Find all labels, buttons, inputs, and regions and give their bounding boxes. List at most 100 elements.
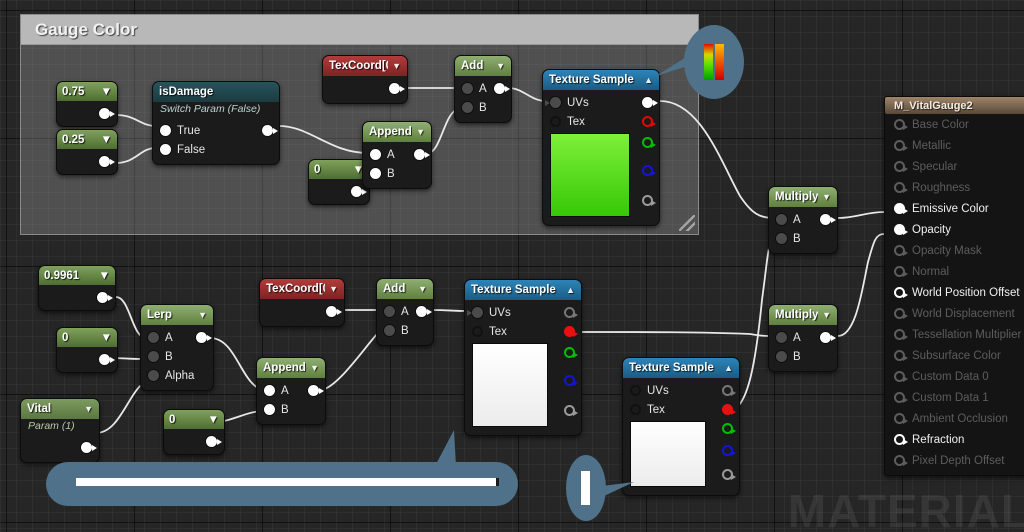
node-constant-09961[interactable]: 0.9961 ▼ bbox=[38, 265, 116, 311]
input-row-tex[interactable]: Tex bbox=[465, 322, 581, 341]
chevron-down-icon[interactable]: ▼ bbox=[416, 127, 425, 137]
node-header[interactable]: Add ▼ bbox=[377, 279, 433, 299]
output-pin[interactable] bbox=[416, 306, 432, 317]
chevron-down-icon[interactable]: ▼ bbox=[392, 61, 401, 71]
output-pin-a[interactable] bbox=[722, 469, 736, 480]
input-row-tex[interactable]: Tex bbox=[623, 400, 739, 419]
output-pin-rgb[interactable] bbox=[564, 307, 578, 318]
node-header[interactable]: Texture Sample ▲ bbox=[465, 280, 581, 300]
node-texcoord-top[interactable]: TexCoord[0] ▼ bbox=[322, 55, 408, 104]
material-input-normal[interactable]: Normal bbox=[885, 261, 1024, 282]
node-texture-sample-top[interactable]: Texture Sample ▲ UVs Tex bbox=[542, 69, 660, 226]
input-pin[interactable] bbox=[550, 116, 561, 127]
output-pin-r[interactable] bbox=[564, 326, 578, 337]
output-row[interactable] bbox=[260, 302, 344, 321]
node-multiply-top[interactable]: Multiply ▼ A B bbox=[768, 186, 838, 254]
input-pin[interactable] bbox=[630, 385, 641, 396]
input-pin[interactable] bbox=[776, 233, 787, 244]
node-multiply-bottom[interactable]: Multiply ▼ A B bbox=[768, 304, 838, 372]
node-header[interactable]: Lerp ▼ bbox=[141, 305, 213, 325]
chevron-down-icon[interactable]: ▼ bbox=[101, 86, 112, 98]
node-header[interactable]: 0 ▼ bbox=[164, 410, 224, 429]
output-pin[interactable] bbox=[99, 108, 115, 119]
node-header[interactable]: TexCoord[0] ▼ bbox=[323, 56, 407, 76]
material-input-roughness[interactable]: Roughness bbox=[885, 177, 1024, 198]
node-constant-025[interactable]: 0.25 ▼ bbox=[56, 129, 118, 175]
input-pin[interactable] bbox=[370, 149, 381, 160]
node-header[interactable]: TexCoord[0] ▼ bbox=[260, 279, 344, 299]
output-pin[interactable] bbox=[494, 83, 510, 94]
material-input-opacity[interactable]: Opacity bbox=[885, 219, 1024, 240]
input-row-tex[interactable]: Tex bbox=[543, 112, 659, 131]
material-input-pin[interactable] bbox=[894, 203, 908, 214]
output-pin[interactable] bbox=[262, 125, 278, 136]
output-pin-b[interactable] bbox=[642, 165, 656, 176]
material-input-pin[interactable] bbox=[894, 350, 908, 361]
material-input-pin[interactable] bbox=[894, 455, 908, 466]
comment-box-resize-grip[interactable] bbox=[679, 215, 695, 231]
node-append-bottom[interactable]: Append ▼ A B bbox=[256, 357, 326, 425]
input-pin[interactable] bbox=[776, 332, 787, 343]
input-row-a[interactable]: A bbox=[141, 328, 213, 347]
material-input-ambient-occlusion[interactable]: Ambient Occlusion bbox=[885, 408, 1024, 429]
output-pin[interactable] bbox=[389, 83, 405, 94]
input-pin[interactable] bbox=[148, 370, 159, 381]
node-constant-zero-b[interactable]: 0 ▼ bbox=[56, 327, 118, 373]
material-input-pin[interactable] bbox=[894, 161, 908, 172]
material-input-metallic[interactable]: Metallic bbox=[885, 135, 1024, 156]
material-input-pixel-depth-offset[interactable]: Pixel Depth Offset bbox=[885, 450, 1024, 471]
material-input-pin[interactable] bbox=[894, 140, 908, 151]
material-input-pin[interactable] bbox=[894, 392, 908, 403]
node-header[interactable]: 0.9961 ▼ bbox=[39, 266, 115, 285]
node-add-top[interactable]: Add ▼ A B bbox=[454, 55, 512, 123]
input-pin[interactable] bbox=[160, 144, 171, 155]
material-input-world-position-offset[interactable]: World Position Offset bbox=[885, 282, 1024, 303]
input-row-b[interactable]: B bbox=[363, 164, 431, 183]
output-pin-rgb[interactable] bbox=[722, 385, 736, 396]
material-input-pin[interactable] bbox=[894, 266, 908, 277]
node-header[interactable]: Vital ▼ bbox=[21, 399, 99, 419]
input-row-uvs[interactable]: UVs bbox=[623, 381, 739, 400]
node-material-output[interactable]: M_VitalGauge2 Base Color Metallic Specular… bbox=[884, 96, 1024, 476]
chevron-down-icon[interactable]: ▼ bbox=[496, 61, 505, 71]
material-input-subsurface-color[interactable]: Subsurface Color bbox=[885, 345, 1024, 366]
input-row-b[interactable]: B bbox=[455, 98, 511, 117]
output-pin[interactable] bbox=[326, 306, 342, 317]
node-switch-isdamage[interactable]: isDamage Switch Param (False) True False bbox=[152, 81, 280, 165]
material-input-custom-data-1[interactable]: Custom Data 1 bbox=[885, 387, 1024, 408]
material-input-specular[interactable]: Specular bbox=[885, 156, 1024, 177]
node-constant-zero-a[interactable]: 0 ▼ bbox=[308, 159, 370, 205]
material-input-pin[interactable] bbox=[894, 371, 908, 382]
material-input-pin[interactable] bbox=[894, 413, 908, 424]
input-pin[interactable] bbox=[462, 83, 473, 94]
input-pin[interactable] bbox=[462, 102, 473, 113]
output-pin[interactable] bbox=[97, 292, 113, 303]
output-pin[interactable] bbox=[196, 332, 212, 343]
material-input-base-color[interactable]: Base Color bbox=[885, 114, 1024, 135]
input-row-a[interactable]: A bbox=[363, 145, 431, 164]
node-texcoord-bottom[interactable]: TexCoord[0] ▼ bbox=[259, 278, 345, 327]
input-row-a[interactable]: A bbox=[377, 302, 433, 321]
output-pin[interactable] bbox=[820, 332, 836, 343]
output-pin-b[interactable] bbox=[564, 375, 578, 386]
input-row-uvs[interactable]: UVs bbox=[465, 303, 581, 322]
material-input-opacity-mask[interactable]: Opacity Mask bbox=[885, 240, 1024, 261]
chevron-down-icon[interactable]: ▼ bbox=[822, 192, 831, 202]
chevron-up-icon[interactable]: ▲ bbox=[724, 363, 733, 373]
node-lerp[interactable]: Lerp ▼ A B Alpha bbox=[140, 304, 214, 391]
output-pin-g[interactable] bbox=[722, 423, 736, 434]
input-row-uvs[interactable]: UVs bbox=[543, 93, 659, 112]
output-pin-b[interactable] bbox=[722, 445, 736, 456]
input-pin[interactable] bbox=[148, 332, 159, 343]
material-input-tessellation-multiplier[interactable]: Tessellation Multiplier bbox=[885, 324, 1024, 345]
chevron-down-icon[interactable]: ▼ bbox=[208, 414, 219, 426]
chevron-down-icon[interactable]: ▼ bbox=[84, 404, 93, 414]
output-pin-g[interactable] bbox=[642, 137, 656, 148]
chevron-down-icon[interactable]: ▼ bbox=[418, 284, 427, 294]
output-pin[interactable] bbox=[308, 385, 324, 396]
node-add-bottom[interactable]: Add ▼ A B bbox=[376, 278, 434, 346]
comment-box-header[interactable]: Gauge Color bbox=[21, 15, 698, 45]
input-row-b[interactable]: B bbox=[769, 229, 837, 248]
input-pin[interactable] bbox=[467, 307, 483, 318]
node-header[interactable]: 0 ▼ bbox=[57, 328, 117, 347]
